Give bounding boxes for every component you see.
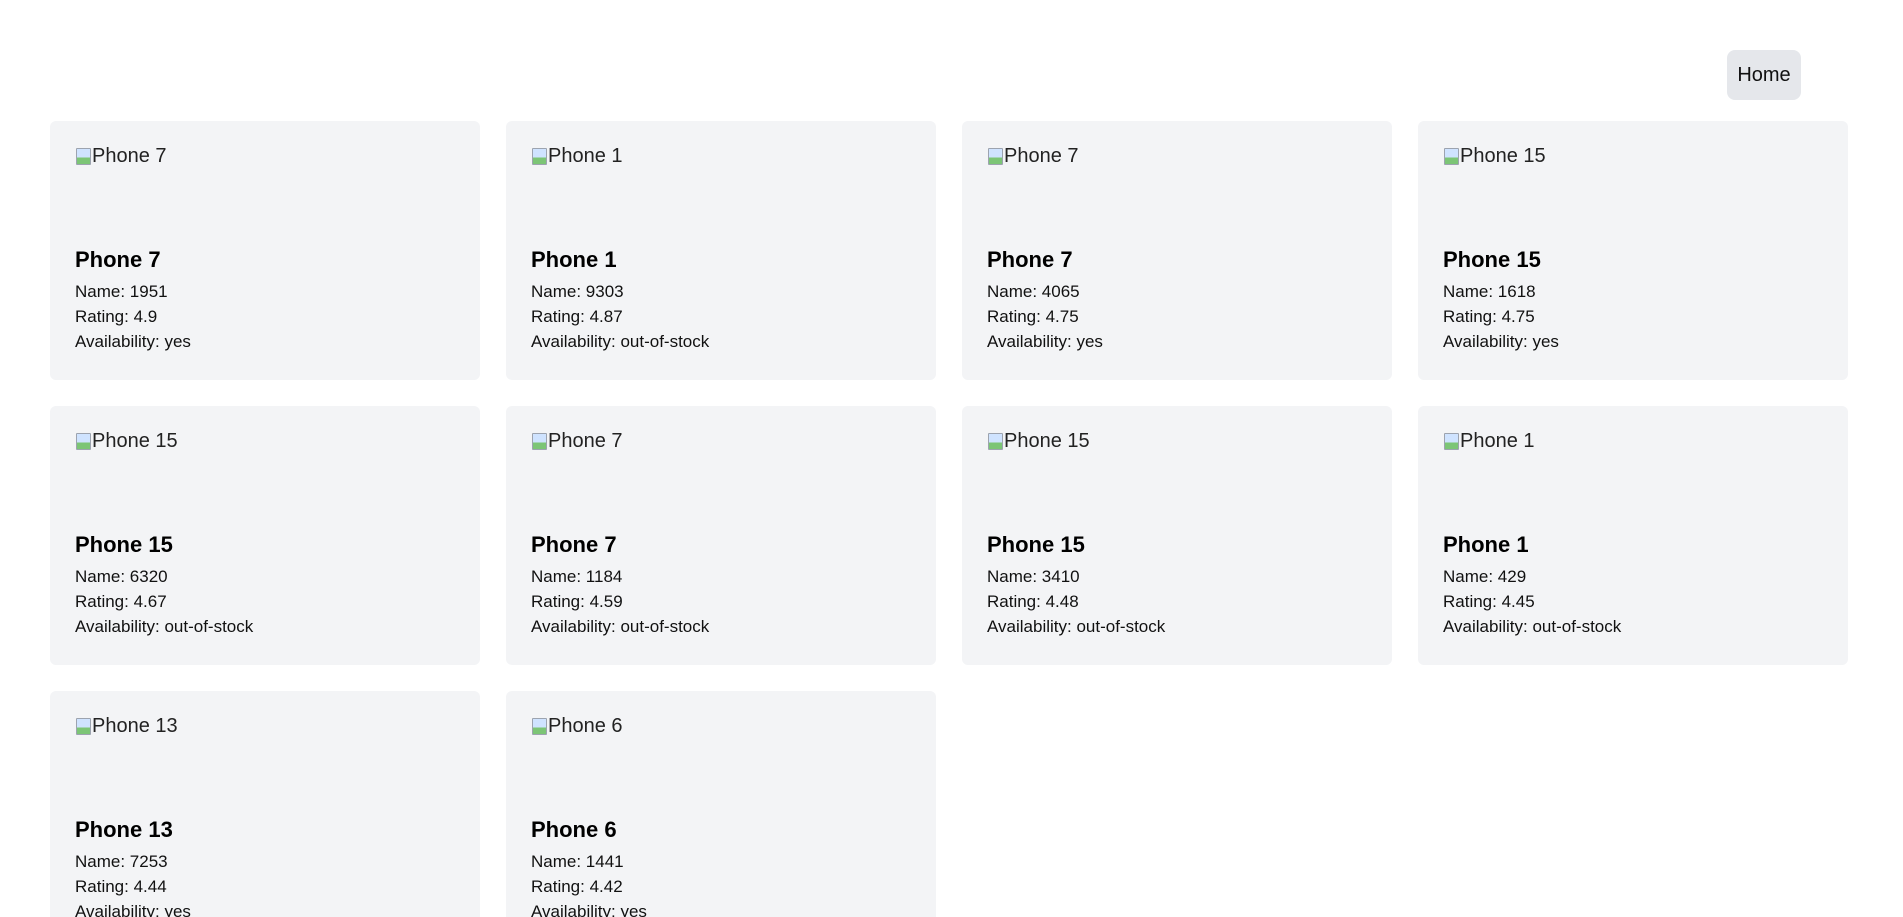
product-availability: Availability: yes [987,332,1103,351]
product-image: Phone 13 [75,715,455,795]
product-rating: Rating: 4.67 [75,592,167,611]
product-image-alt: Phone 15 [92,430,178,452]
product-availability: Availability: yes [531,902,647,917]
product-rating: Rating: 4.9 [75,307,158,326]
product-image-alt: Phone 15 [1460,145,1546,167]
broken-image-icon [987,147,1003,165]
product-name: Name: 1441 [531,852,624,871]
product-image: Phone 15 [987,430,1367,510]
product-image: Phone 7 [987,145,1367,225]
product-image-alt: Phone 6 [548,715,623,737]
product-title: Phone 15 [987,532,1085,557]
product-image: Phone 7 [531,430,911,510]
broken-image-icon [75,717,91,735]
product-title: Phone 7 [987,247,1073,272]
broken-image-icon [75,432,91,450]
product-rating: Rating: 4.48 [987,592,1079,611]
product-card[interactable]: Phone 7 Phone 7 Name: 1184 Rating: 4.59 … [506,406,936,665]
product-image-alt: Phone 1 [1460,430,1535,452]
product-image: Phone 1 [1443,430,1823,510]
product-card[interactable]: Phone 1 Phone 1 Name: 9303 Rating: 4.87 … [506,121,936,380]
product-image: Phone 7 [75,145,455,225]
product-availability: Availability: yes [75,332,191,351]
product-availability: Availability: out-of-stock [531,332,710,351]
product-card[interactable]: Phone 6 Phone 6 Name: 1441 Rating: 4.42 … [506,691,936,917]
product-card[interactable]: Phone 15 Phone 15 Name: 3410 Rating: 4.4… [962,406,1392,665]
product-title: Phone 15 [1443,247,1541,272]
product-rating: Rating: 4.42 [531,877,623,896]
product-name: Name: 3410 [987,567,1080,586]
broken-image-icon [987,432,1003,450]
broken-image-icon [531,147,547,165]
product-image-alt: Phone 7 [548,430,623,452]
product-name: Name: 4065 [987,282,1080,301]
product-availability: Availability: yes [1443,332,1559,351]
product-card[interactable]: Phone 15 Phone 15 Name: 1618 Rating: 4.7… [1418,121,1848,380]
product-card[interactable]: Phone 7 Phone 7 Name: 4065 Rating: 4.75 … [962,121,1392,380]
product-rating: Rating: 4.75 [987,307,1079,326]
broken-image-icon [75,147,91,165]
product-name: Name: 1618 [1443,282,1536,301]
product-title: Phone 7 [531,532,617,557]
product-image: Phone 15 [75,430,455,510]
product-grid: Phone 7 Phone 7 Name: 1951 Rating: 4.9 A… [50,121,1849,917]
broken-image-icon [1443,147,1459,165]
product-card[interactable]: Phone 1 Phone 1 Name: 429 Rating: 4.45 A… [1418,406,1848,665]
product-card[interactable]: Phone 7 Phone 7 Name: 1951 Rating: 4.9 A… [50,121,480,380]
product-availability: Availability: out-of-stock [531,617,710,636]
product-rating: Rating: 4.45 [1443,592,1535,611]
product-name: Name: 1951 [75,282,168,301]
product-image-alt: Phone 7 [1004,145,1079,167]
product-availability: Availability: yes [75,902,191,917]
product-name: Name: 9303 [531,282,624,301]
product-rating: Rating: 4.59 [531,592,623,611]
product-title: Phone 1 [1443,532,1529,557]
product-card[interactable]: Phone 15 Phone 15 Name: 6320 Rating: 4.6… [50,406,480,665]
broken-image-icon [531,432,547,450]
product-image: Phone 1 [531,145,911,225]
product-name: Name: 1184 [531,567,623,586]
broken-image-icon [1443,432,1459,450]
product-image-alt: Phone 7 [92,145,167,167]
product-name: Name: 6320 [75,567,168,586]
product-availability: Availability: out-of-stock [75,617,254,636]
broken-image-icon [531,717,547,735]
product-availability: Availability: out-of-stock [987,617,1166,636]
product-title: Phone 13 [75,817,173,842]
page: Home Phone 7 Phone 7 Name: 1951 Rating: … [0,0,1903,917]
top-nav: Home [1727,50,1801,100]
home-button[interactable]: Home [1727,50,1801,100]
product-availability: Availability: out-of-stock [1443,617,1622,636]
product-image: Phone 6 [531,715,911,795]
product-title: Phone 7 [75,247,161,272]
product-image-alt: Phone 1 [548,145,623,167]
product-card[interactable]: Phone 13 Phone 13 Name: 7253 Rating: 4.4… [50,691,480,917]
product-image-alt: Phone 15 [1004,430,1090,452]
product-title: Phone 1 [531,247,617,272]
product-name: Name: 7253 [75,852,168,871]
product-title: Phone 15 [75,532,173,557]
product-image: Phone 15 [1443,145,1823,225]
product-rating: Rating: 4.87 [531,307,623,326]
product-rating: Rating: 4.44 [75,877,167,896]
product-image-alt: Phone 13 [92,715,178,737]
product-rating: Rating: 4.75 [1443,307,1535,326]
product-name: Name: 429 [1443,567,1527,586]
product-title: Phone 6 [531,817,617,842]
